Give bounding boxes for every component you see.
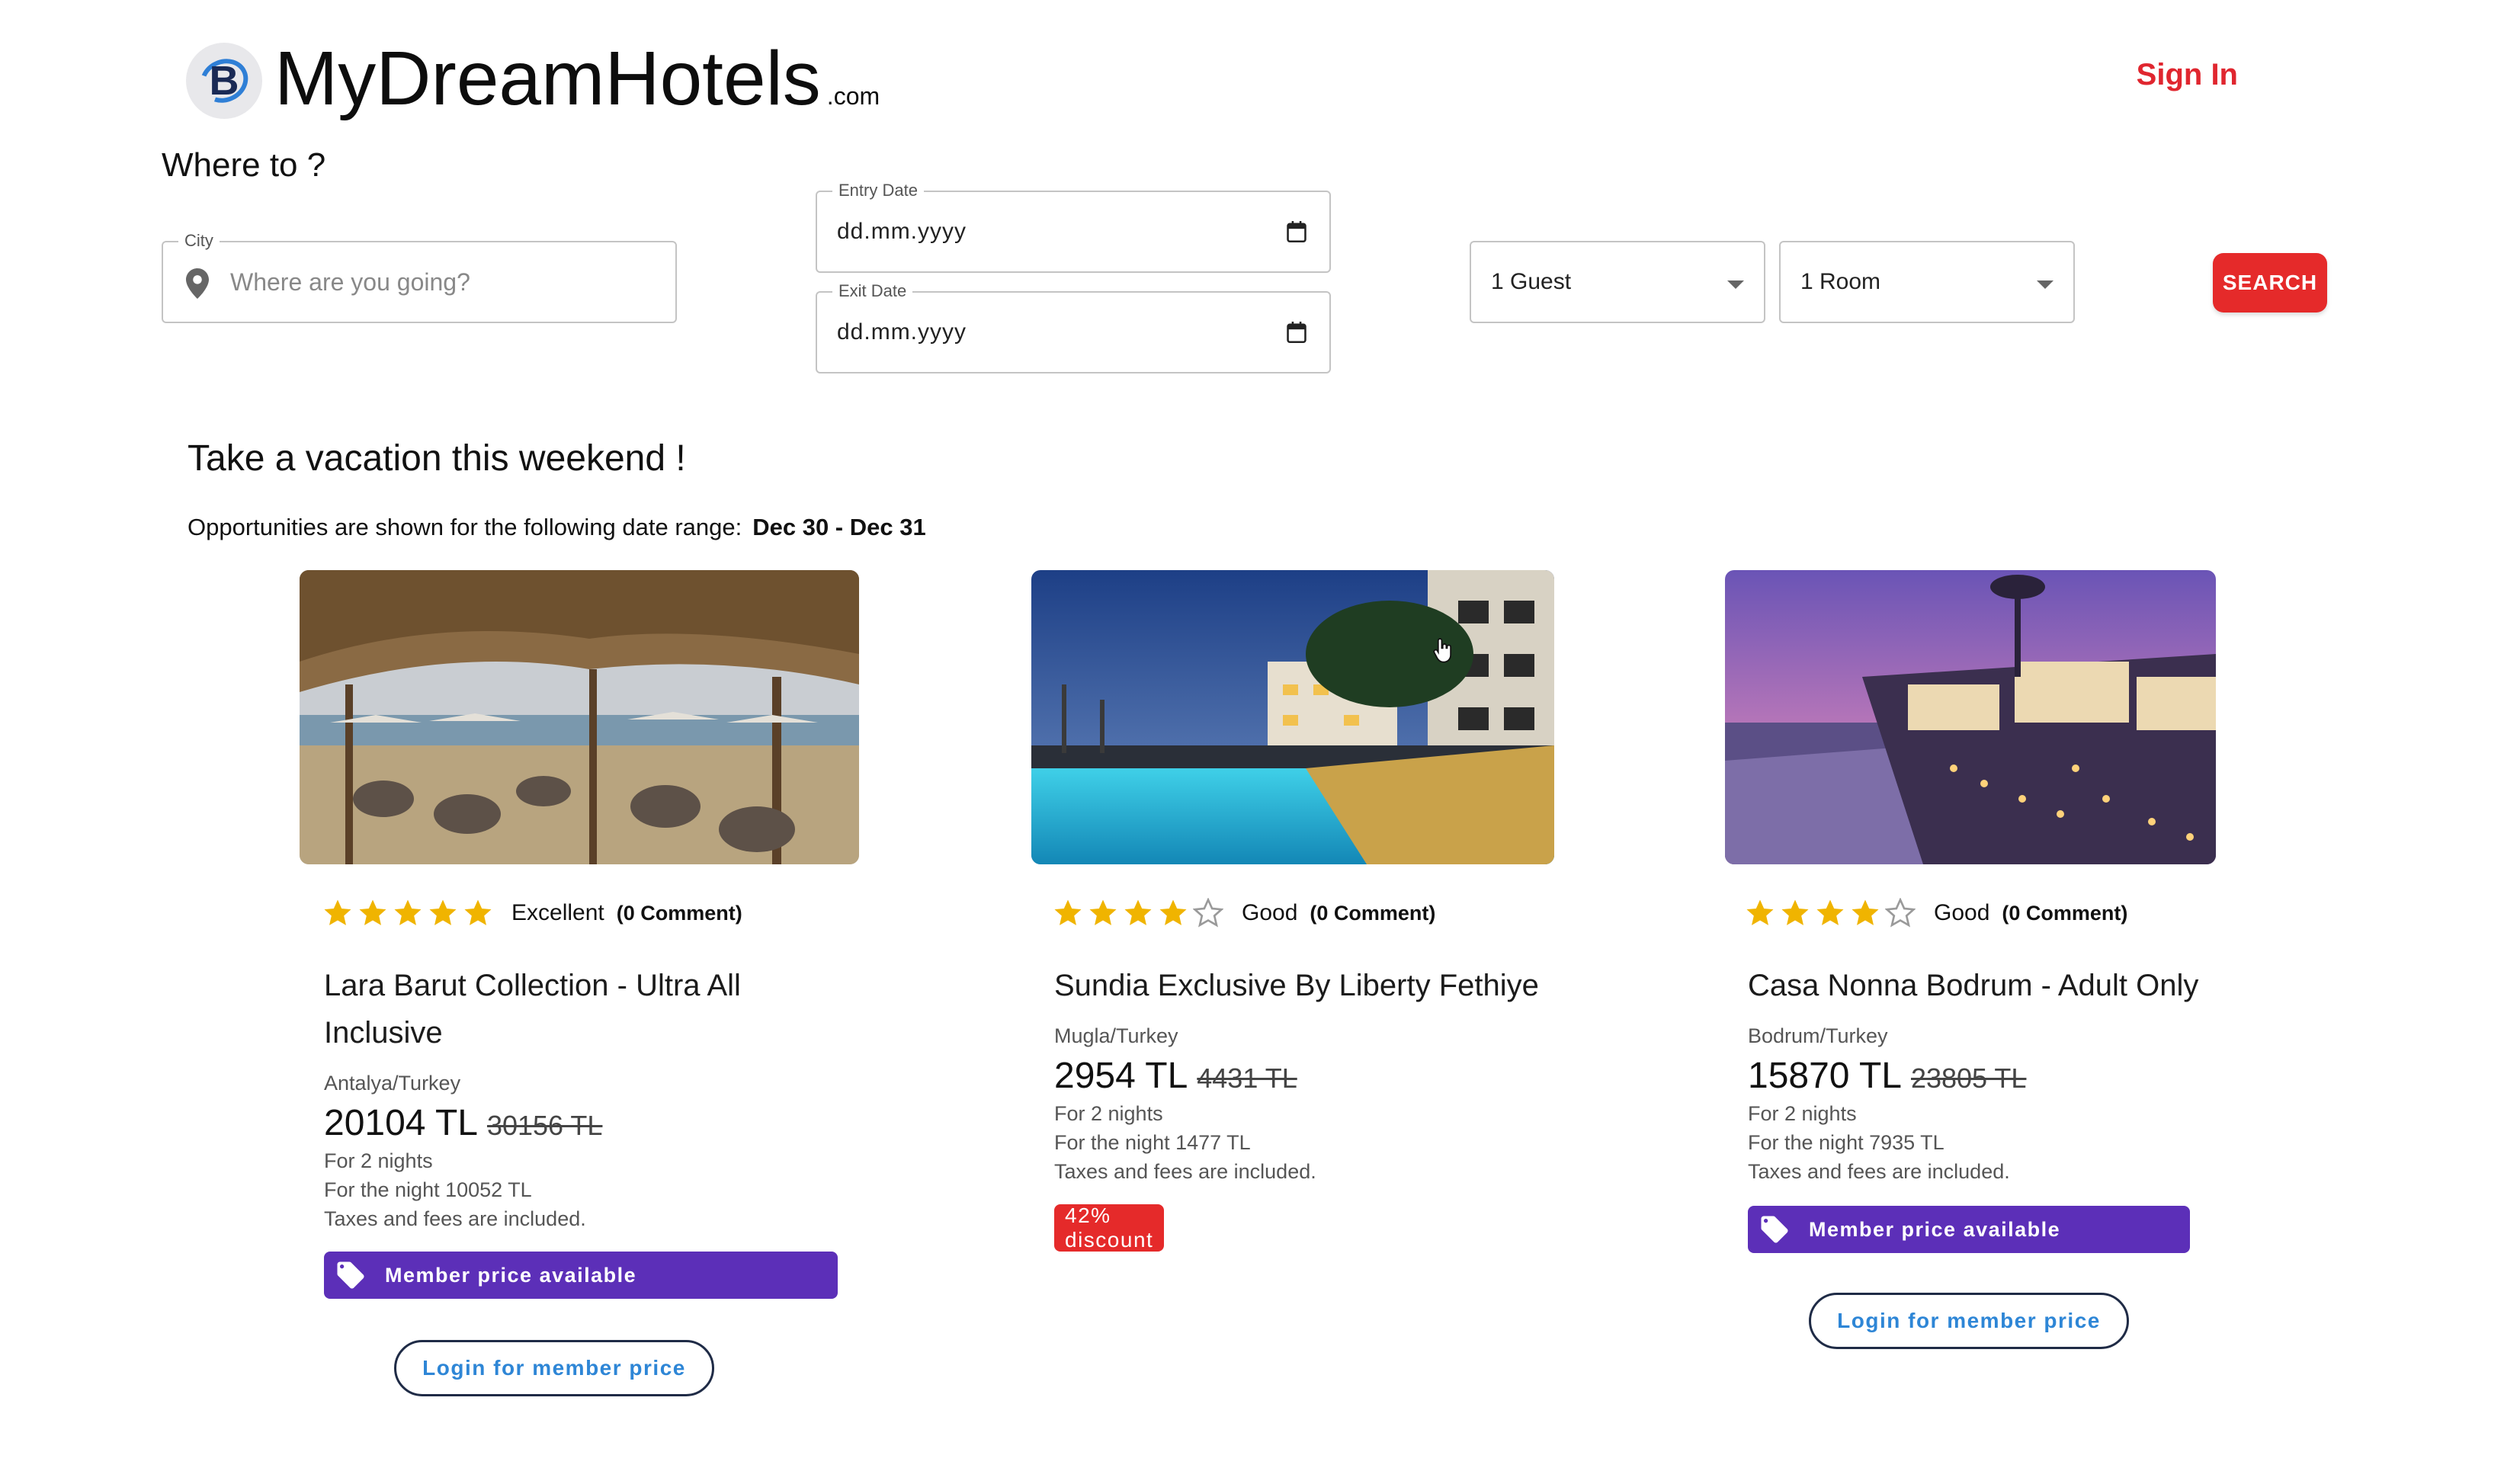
login-member-price-button[interactable]: Login for member price (394, 1340, 714, 1396)
exit-date-field[interactable]: Exit Date dd.mm.yyyy (816, 280, 1331, 373)
star-icon (359, 899, 386, 925)
rooms-value: 1 Room (1800, 269, 1881, 294)
current-price: 15870 TL (1748, 1056, 1902, 1096)
city-input[interactable] (230, 242, 657, 322)
calendar-icon[interactable] (1287, 322, 1306, 343)
page: B MyDreamHotels .com Sign In Where to ? C… (0, 0, 2520, 1468)
hotel-image[interactable] (1031, 570, 1554, 864)
seaside-hotel-photo (1725, 570, 2216, 864)
comment-count[interactable]: (0 Comment) (1310, 902, 1435, 925)
rating-label: Good (1934, 900, 1990, 925)
comment-count[interactable]: (0 Comment) (2002, 902, 2127, 925)
search-button[interactable]: SEARCH (2213, 253, 2327, 313)
date-range-value: Dec 30 - Dec 31 (752, 514, 926, 540)
current-price: 2954 TL (1054, 1056, 1188, 1096)
hotel-name[interactable]: Sundia Exclusive By Liberty Fethiye (1054, 962, 1573, 1009)
star-icon (464, 899, 492, 925)
star-icon (1159, 899, 1187, 925)
logo-letter: B (209, 58, 239, 104)
star-outline-icon (1885, 898, 1916, 928)
hotel-name[interactable]: Casa Nonna Bodrum - Adult Only (1748, 962, 2236, 1009)
star-icon (1054, 899, 1082, 925)
entry-date-field[interactable]: Entry Date dd.mm.yyyy (816, 180, 1331, 273)
city-field[interactable]: City (162, 230, 677, 323)
entry-date-value: dd.mm.yyyy (837, 219, 967, 244)
chevron-down-icon (2037, 280, 2054, 289)
rating-label: Good (1242, 900, 1298, 925)
login-member-price-button[interactable]: Login for member price (1809, 1293, 2129, 1349)
brand-logo[interactable]: B (186, 43, 262, 119)
hotel-name-line: Sundia Exclusive By Liberty Fethiye (1054, 969, 1539, 1002)
price-row: 20104 TL 30156 TL (324, 1102, 602, 1144)
nights-text: For 2 nights (1748, 1102, 1857, 1125)
discount-badge: 42% discount (1054, 1204, 1165, 1252)
star-icon (1089, 899, 1117, 925)
star-outline-icon (1193, 898, 1223, 928)
brand-name: MyDreamHotels (274, 36, 821, 121)
section-title: Take a vacation this weekend ! (188, 438, 686, 479)
hotel-name-line: Lara Barut Collection - Ultra All (324, 969, 741, 1002)
hotel-location: Bodrum/Turkey (1748, 1024, 1888, 1047)
rating-label: Excellent (511, 900, 604, 925)
old-price: 30156 TL (486, 1110, 603, 1141)
sign-in-link[interactable]: Sign In (2137, 58, 2238, 92)
rooms-select[interactable]: 1 Room (1779, 241, 2075, 323)
per-night-text: For the night 1477 TL (1054, 1131, 1251, 1154)
hotel-image[interactable] (300, 570, 859, 864)
star-icon (1852, 899, 1879, 925)
tag-icon (1761, 1216, 1788, 1243)
hotel-name-line: Casa Nonna Bodrum - Adult Only (1748, 969, 2199, 1002)
old-price: 4431 TL (1197, 1063, 1297, 1094)
nights-text: For 2 nights (324, 1149, 433, 1172)
per-night-text: For the night 7935 TL (1748, 1131, 1945, 1154)
brand-title[interactable]: MyDreamHotels .com (274, 37, 880, 138)
star-icon (394, 899, 422, 925)
comment-count[interactable]: (0 Comment) (617, 902, 742, 925)
nights-text: For 2 nights (1054, 1102, 1163, 1125)
taxes-text: Taxes and fees are included. (1054, 1160, 1316, 1183)
location-pin-icon (186, 268, 209, 299)
hotel-name[interactable]: Lara Barut Collection - Ultra All Inclus… (324, 962, 781, 1056)
brand-suffix: .com (826, 82, 880, 110)
city-label: City (178, 230, 220, 252)
rating-row: Good (0 Comment) (1745, 898, 2127, 928)
member-price-badge: Member price available (324, 1252, 838, 1299)
hotel-location: Mugla/Turkey (1054, 1024, 1178, 1047)
old-price: 23805 TL (1910, 1063, 2027, 1094)
date-range-text: Opportunities are shown for the followin… (188, 514, 742, 540)
taxes-text: Taxes and fees are included. (1748, 1160, 2010, 1183)
price-row: 15870 TL 23805 TL (1748, 1055, 2026, 1097)
member-price-badge: Member price available (1748, 1206, 2190, 1253)
hotel-location: Antalya/Turkey (324, 1072, 461, 1095)
star-icon (1816, 899, 1844, 925)
guests-value: 1 Guest (1491, 269, 1572, 294)
per-night-text: For the night 10052 TL (324, 1178, 532, 1201)
price-row: 2954 TL 4431 TL (1054, 1055, 1297, 1097)
hand-cursor-icon (1433, 638, 1452, 663)
guests-select[interactable]: 1 Guest (1470, 241, 1765, 323)
star-icon (324, 899, 351, 925)
exit-date-value: dd.mm.yyyy (837, 319, 967, 345)
star-icon (1746, 899, 1774, 925)
current-price: 20104 TL (324, 1103, 478, 1143)
taxes-text: Taxes and fees are included. (324, 1207, 586, 1230)
tag-icon (337, 1261, 364, 1289)
hotel-image[interactable] (1725, 570, 2216, 864)
rating-row: Excellent (0 Comment) (322, 898, 742, 928)
search-title: Where to ? (162, 146, 326, 184)
rating-row: Good (0 Comment) (1053, 898, 1435, 928)
star-icon (1781, 899, 1809, 925)
date-range-info: Opportunities are shown for the followin… (188, 514, 926, 541)
chevron-down-icon (1727, 280, 1744, 289)
star-icon (1124, 899, 1152, 925)
hotel-name-line: Inclusive (324, 1016, 443, 1050)
member-price-label: Member price available (385, 1263, 637, 1287)
pool-hotel-photo (1031, 570, 1554, 864)
calendar-icon[interactable] (1287, 221, 1306, 242)
member-price-label: Member price available (1809, 1217, 2061, 1241)
beach-restaurant-photo (300, 570, 859, 864)
star-icon (429, 899, 457, 925)
